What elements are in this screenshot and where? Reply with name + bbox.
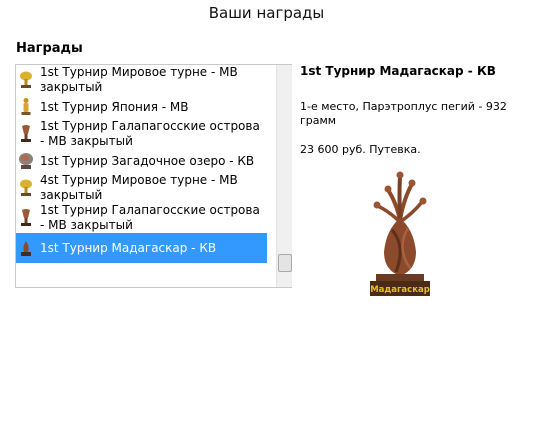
list-item-label: 1st Турнир Загадочное озеро - КВ (40, 153, 255, 168)
list-item-label: 1st Турнир Мадагаскар - КВ (40, 240, 217, 255)
scrollbar-thumb[interactable] (278, 254, 292, 272)
list-scrollbar[interactable] (276, 65, 292, 287)
award-detail-title: 1st Турнир Мадагаскар - КВ (300, 64, 496, 78)
list-item-label: 1st Турнир Мировое турне - МВ закрытый (40, 65, 238, 94)
list-item[interactable]: 1st Турнир Япония - МВ (16, 95, 267, 119)
gold-trophy-icon (20, 71, 32, 88)
trophy-caption: Мадагаскар (370, 285, 430, 295)
list-item-label: 4st Турнир Мировое турне - МВ закрытый (40, 173, 238, 202)
award-detail-prize: 23 600 руб. Путевка. (300, 143, 421, 156)
awards-items: 1st Турнир Мировое турне - МВ закрытый 1… (16, 65, 267, 263)
list-item-label: 1st Турнир Галапагосские острова - МВ за… (40, 203, 260, 232)
list-item[interactable]: 1st Турнир Галапагосские острова - МВ за… (16, 203, 267, 233)
trophy-image: Мадагаскар (370, 171, 430, 296)
awards-list[interactable]: 1st Турнир Мировое турне - МВ закрытый 1… (15, 64, 292, 288)
page-title: Ваши награды (208, 4, 325, 22)
awards-heading: Награды (16, 41, 83, 56)
list-item-label: 1st Турнир Япония - МВ (40, 99, 189, 114)
list-item[interactable]: 4st Турнир Мировое турне - МВ закрытый (16, 173, 267, 203)
stone-trophy-icon (19, 153, 33, 169)
award-detail-place: 1-е место, Парэтроплус пегий - 932 грамм (300, 100, 507, 127)
award-detail: 1st Турнир Мадагаскар - КВ 1-е место, Па… (300, 64, 540, 156)
list-item[interactable]: 1st Турнир Галапагосские острова - МВ за… (16, 119, 267, 149)
bronze-trophy-icon (21, 125, 31, 142)
list-item[interactable]: 1st Турнир Мировое турне - МВ закрытый (16, 65, 267, 95)
wood-trophy-icon (21, 241, 31, 256)
list-item-label: 1st Турнир Галапагосские острова - МВ за… (40, 119, 260, 148)
gold-trophy-icon (20, 179, 32, 196)
list-item[interactable]: 1st Турнир Загадочное озеро - КВ (16, 149, 267, 173)
bronze-trophy-icon (21, 209, 31, 226)
list-item-selected[interactable]: 1st Турнир Мадагаскар - КВ (16, 233, 267, 263)
gold-figurine-icon (21, 98, 31, 115)
